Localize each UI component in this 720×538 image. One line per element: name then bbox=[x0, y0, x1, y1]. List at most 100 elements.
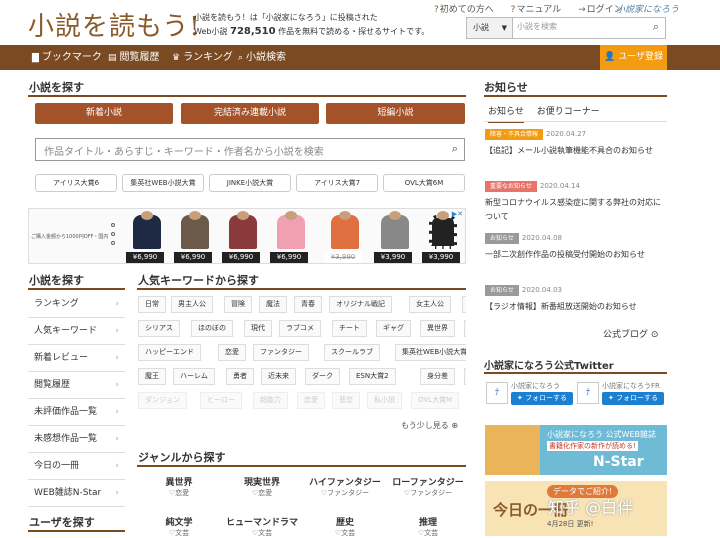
search-type-select[interactable]: 小説 ▼ bbox=[467, 18, 513, 38]
keyword-tag[interactable]: 冒険 bbox=[224, 296, 252, 313]
official-blog-link[interactable]: 公式ブログ ⊙ bbox=[603, 327, 658, 340]
keyword-tag[interactable]: ラブコメ bbox=[279, 320, 321, 337]
ad-choices-icon[interactable]: ▶✕ bbox=[452, 210, 463, 218]
keyword-tag[interactable]: 恋愛 bbox=[218, 344, 246, 361]
ad-product[interactable]: ¥6,990 bbox=[270, 211, 312, 263]
notice-item[interactable]: お知らせ 2020.04.08 一部二次創作作品の投稿受付開始のお知らせ bbox=[485, 233, 667, 262]
keyword-tag[interactable]: 超能力 bbox=[253, 392, 288, 409]
genre-item[interactable]: 現実世界 ♡恋愛 bbox=[222, 475, 302, 498]
notice-title[interactable]: 【追記】メール小説執筆機能不具合のお知らせ bbox=[485, 144, 667, 158]
keyword-tag[interactable]: 魔王 bbox=[138, 368, 166, 385]
keyword-tag[interactable]: ハーレム bbox=[173, 368, 215, 385]
contest-tag[interactable]: アイリス大賞7 bbox=[296, 174, 378, 192]
left-menu-item[interactable]: 閲覧履歴 › bbox=[28, 372, 125, 399]
keyword-tag[interactable]: OVL大賞M bbox=[411, 392, 460, 409]
keyword-tag[interactable]: ほのぼの bbox=[191, 320, 233, 337]
notice-item[interactable]: 重要なお知らせ 2020.04.14 新型コロナウイルス感染症に関する弊社の対応につ… bbox=[485, 181, 667, 224]
left-menu-item[interactable]: 人気キーワード › bbox=[28, 318, 125, 345]
keyword-tag[interactable]: ハッピーエンド bbox=[138, 344, 201, 361]
genre-item[interactable]: 純文学 ♡文芸 bbox=[139, 515, 219, 538]
keyword-tag[interactable]: オリジナル戦記 bbox=[329, 296, 392, 313]
site-logo[interactable]: 小説を読もう! bbox=[28, 6, 201, 43]
keyword-tag[interactable]: ヒーロー bbox=[200, 392, 242, 409]
ad-product[interactable]: ¥6,990 bbox=[222, 211, 264, 263]
left-menu-item[interactable]: 新着レビュー › bbox=[28, 345, 125, 372]
notice-title[interactable]: 一部二次創作作品の投稿受付開始のお知らせ bbox=[485, 248, 667, 262]
nav-search[interactable]: ⌕ 小説検索 bbox=[238, 45, 286, 70]
ad-product[interactable]: ¥6,990 bbox=[126, 211, 168, 263]
tab-letters[interactable]: お便りコーナー bbox=[537, 107, 600, 117]
new-novels-button[interactable]: 新着小説 bbox=[35, 103, 173, 124]
genre-item[interactable]: ヒューマンドラマ ♡文芸 bbox=[222, 515, 302, 538]
keyword-tag[interactable]: 勇者 bbox=[226, 368, 254, 385]
genre-item[interactable]: 歴史 ♡文芸 bbox=[305, 515, 385, 538]
twitter-account-name[interactable]: 小説家になろう bbox=[511, 381, 560, 391]
left-menu-item[interactable]: ランキング › bbox=[28, 291, 125, 318]
contest-tag[interactable]: アイリス大賞6 bbox=[35, 174, 117, 192]
nav-history[interactable]: ▤ 閲覧履歴 bbox=[108, 45, 160, 70]
keyword-tag[interactable]: 異能力バトル bbox=[462, 296, 466, 313]
ad-banner[interactable]: ご購入金額から1000円OFF・国内 ¥6,990 ¥6,990 ¥6,990 … bbox=[28, 208, 466, 264]
twitter-account-name[interactable]: 小説家になろうFR bbox=[602, 381, 660, 391]
twitter-avatar[interactable]: ﾅ bbox=[577, 382, 599, 404]
left-menu-item[interactable]: 未評価作品一覧 › bbox=[28, 399, 125, 426]
keyword-tag[interactable]: スクールラブ bbox=[324, 344, 380, 361]
keyword-tag[interactable]: ESN大賞2 bbox=[349, 368, 396, 385]
notice-item[interactable]: 障害・不具合情報 2020.04.27 【追記】メール小説執筆機能不具合のお知らせ bbox=[485, 129, 667, 158]
keyword-tag[interactable]: 異世界 bbox=[420, 320, 455, 337]
genre-item[interactable]: 推理 ♡文芸 bbox=[388, 515, 468, 538]
keywords-more-link[interactable]: もう少し見る ⊕ bbox=[401, 420, 458, 431]
notice-item[interactable]: お知らせ 2020.04.03 【ラジオ情報】新番組放送開始のお知らせ bbox=[485, 285, 667, 314]
left-menu-item[interactable]: WEB雑誌N-Star › bbox=[28, 480, 125, 507]
keyword-tag[interactable]: 魔法 bbox=[259, 296, 287, 313]
short-novels-button[interactable]: 短編小説 bbox=[326, 103, 465, 124]
keyword-tag[interactable]: 年の差 bbox=[464, 368, 466, 385]
contest-tag[interactable]: JINKE小説大賞 bbox=[209, 174, 291, 192]
search-icon[interactable]: ⌕ bbox=[653, 20, 659, 34]
keyword-tag[interactable]: 現代 bbox=[244, 320, 272, 337]
keyword-tag[interactable]: 悲恋 bbox=[332, 392, 360, 409]
keyword-tag[interactable]: シリアス bbox=[138, 320, 180, 337]
ad-product[interactable]: ¥3,990 bbox=[324, 211, 366, 263]
twitter-follow-button[interactable]: ✦ フォローする bbox=[602, 392, 664, 405]
search-icon[interactable]: ⌕ bbox=[452, 142, 458, 156]
nav-bookmark[interactable]: ▇ ブックマーク bbox=[32, 45, 102, 70]
left-menu-item[interactable]: 未感想作品一覧 › bbox=[28, 426, 125, 453]
search-input[interactable]: 小説を検索 bbox=[517, 21, 557, 32]
ad-product[interactable]: ¥3,990 bbox=[374, 211, 416, 263]
completed-novels-button[interactable]: 完結済み連載小説 bbox=[181, 103, 319, 124]
genre-item[interactable]: ローファンタジー ♡ファンタジー bbox=[388, 475, 468, 498]
novel-search-input[interactable]: 作品タイトル・あらすじ・キーワード・作者名から小説を検索 ⌕ bbox=[35, 138, 465, 161]
contest-tag[interactable]: OVL大賞6M bbox=[383, 174, 465, 192]
keyword-tag[interactable]: ギャグ bbox=[376, 320, 411, 337]
genre-item[interactable]: ハイファンタジー ♡ファンタジー bbox=[305, 475, 385, 498]
notice-title[interactable]: 【ラジオ情報】新番組放送開始のお知らせ bbox=[485, 300, 667, 314]
top-link-beginner[interactable]: ?初めての方へ bbox=[434, 5, 501, 15]
partner-logo[interactable]: 小説家になろう bbox=[616, 2, 679, 15]
keyword-tag[interactable]: ファンタジー bbox=[253, 344, 309, 361]
left-menu-item[interactable]: 今日の一冊 › bbox=[28, 453, 125, 480]
keyword-tag[interactable]: 近未来 bbox=[261, 368, 296, 385]
top-link-manual[interactable]: ?マニュアル bbox=[511, 5, 569, 15]
keyword-tag[interactable]: ダーク bbox=[305, 368, 340, 385]
notice-title[interactable]: 新型コロナウイルス感染症に関する弊社の対応について bbox=[485, 196, 667, 224]
keyword-tag[interactable]: 日常 bbox=[138, 296, 166, 313]
keyword-tag[interactable]: 学園 bbox=[464, 320, 466, 337]
nstar-banner[interactable]: 小説家になろう 公式WEB雑誌 書籍化作家の新作が読める! N-Star bbox=[485, 425, 667, 475]
keyword-tag[interactable]: 男主人公 bbox=[171, 296, 213, 313]
twitter-avatar[interactable]: ﾅ bbox=[486, 382, 508, 404]
keyword-tag[interactable]: 私小説 bbox=[367, 392, 402, 409]
keyword-tag[interactable]: 青春 bbox=[294, 296, 322, 313]
contest-tag[interactable]: 集英社WEB小説大賞 bbox=[122, 174, 204, 192]
ad-carousel-dots[interactable] bbox=[111, 223, 119, 250]
keyword-tag[interactable]: ダンジョン bbox=[138, 392, 187, 409]
keyword-tag[interactable]: 身分差 bbox=[420, 368, 455, 385]
genre-item[interactable]: 異世界 ♡恋愛 bbox=[139, 475, 219, 498]
twitter-follow-button[interactable]: ✦ フォローする bbox=[511, 392, 573, 405]
keyword-tag[interactable]: チート bbox=[332, 320, 367, 337]
keyword-tag[interactable]: 恋愛 bbox=[297, 392, 325, 409]
ad-product[interactable]: ¥6,990 bbox=[174, 211, 216, 263]
user-register-button[interactable]: 👤 ユーザ登録 bbox=[600, 45, 667, 70]
ad-product[interactable]: ¥3,990 bbox=[422, 211, 464, 263]
keyword-tag[interactable]: 集英社WEB小説大賞 bbox=[395, 344, 466, 361]
